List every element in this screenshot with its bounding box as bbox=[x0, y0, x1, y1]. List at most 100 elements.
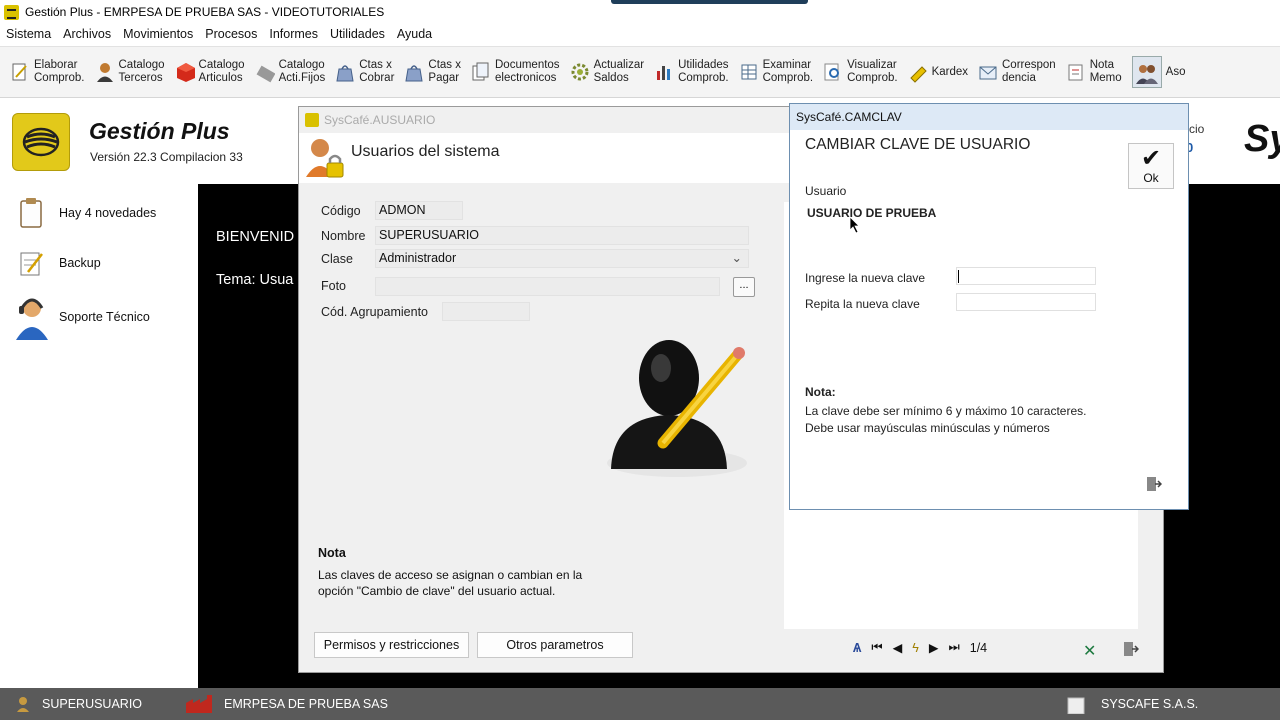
exit-door-icon[interactable] bbox=[1144, 475, 1163, 496]
toolbar-aso[interactable]: Aso bbox=[1131, 56, 1185, 88]
user-lock-icon bbox=[303, 135, 347, 186]
toolbar-catalogo-articulos[interactable]: Catalogo Articulos bbox=[175, 59, 245, 85]
clase-label: Clase bbox=[321, 252, 353, 266]
menu-informes[interactable]: Informes bbox=[269, 27, 318, 41]
dialog-clave-caption[interactable]: SysCafé.CAMCLAV bbox=[790, 104, 1188, 130]
record-navigator: Ѧ ⏮ ◀ ϟ ▶ ⏭ 1/4 bbox=[853, 640, 997, 655]
menu-movimientos[interactable]: Movimientos bbox=[123, 27, 193, 41]
toolbar-correspondencia[interactable]: Correspon dencia bbox=[978, 59, 1056, 85]
agrupamiento-label: Cód. Agrupamiento bbox=[321, 305, 429, 319]
chevron-down-icon: ⌄ bbox=[731, 251, 742, 265]
toolbar-catalogo-terceros[interactable]: Catalogo Terceros bbox=[95, 59, 165, 85]
permisos-button[interactable]: Permisos y restricciones bbox=[314, 632, 469, 658]
red-box-icon bbox=[175, 61, 195, 83]
dialog-cambiar-clave: SysCafé.CAMCLAV CAMBIAR CLAVE DE USUARIO… bbox=[789, 103, 1189, 510]
highlighter-icon bbox=[908, 61, 928, 83]
nombre-label: Nombre bbox=[321, 229, 366, 243]
menu-ayuda[interactable]: Ayuda bbox=[397, 27, 432, 41]
usuario-value: USUARIO DE PRUEBA bbox=[807, 206, 937, 220]
status-user: SUPERUSUARIO bbox=[16, 696, 142, 712]
chart-icon bbox=[654, 61, 674, 83]
toolbar-actualizar-saldos[interactable]: Actualizar Saldos bbox=[570, 59, 644, 85]
notepad-icon bbox=[14, 246, 48, 280]
tools-icon bbox=[255, 61, 275, 83]
menu-procesos[interactable]: Procesos bbox=[205, 27, 257, 41]
status-bar: SUPERUSUARIO EMRPESA DE PRUEBA SAS SYSCA… bbox=[0, 688, 1280, 720]
codigo-label: Código bbox=[321, 204, 361, 218]
nota-title: Nota bbox=[318, 546, 346, 560]
toolbar-catalogo-actifijos[interactable]: Catalogo Acti.Fijos bbox=[255, 59, 325, 85]
excel-icon[interactable]: ✕ bbox=[1083, 641, 1096, 661]
people-icon bbox=[1131, 56, 1162, 88]
factory-icon bbox=[186, 695, 214, 713]
menu-sistema[interactable]: Sistema bbox=[6, 27, 51, 41]
dialog-clave-title: CAMBIAR CLAVE DE USUARIO bbox=[805, 136, 1031, 153]
first-record-icon[interactable]: ⏮ bbox=[871, 640, 882, 655]
ok-button[interactable]: ✔ Ok bbox=[1128, 143, 1174, 189]
clave-nota-line2: Debe usar mayúsculas minúsculas y número… bbox=[805, 421, 1050, 435]
toolbar-nota-memo[interactable]: Nota Memo bbox=[1066, 59, 1122, 85]
toolbar-ctas-pagar[interactable]: Ctas x Pagar bbox=[404, 59, 461, 85]
nombre-field[interactable]: SUPERUSUARIO bbox=[375, 226, 749, 245]
brand-version: Versión 22.3 Compilacion 33 bbox=[90, 150, 243, 164]
syscafe-icon bbox=[305, 113, 319, 127]
mail-icon bbox=[978, 61, 998, 83]
welcome-text: BIENVENID bbox=[216, 229, 295, 245]
last-record-icon[interactable]: ⏭ bbox=[948, 640, 959, 655]
checkmark-icon: ✔ bbox=[1140, 145, 1162, 172]
prev-record-icon[interactable]: ◀ bbox=[893, 640, 903, 655]
flash-icon[interactable]: ϟ bbox=[912, 641, 919, 655]
exit-door-icon[interactable] bbox=[1121, 640, 1140, 661]
foto-label: Foto bbox=[321, 279, 347, 293]
dialog-usuarios-title: Usuarios del sistema bbox=[351, 143, 500, 160]
grid-icon bbox=[739, 61, 759, 83]
clave-nota-title: Nota: bbox=[805, 385, 836, 399]
headset-icon bbox=[14, 298, 48, 340]
text-caret bbox=[958, 270, 959, 283]
pencil-doc-icon bbox=[10, 61, 30, 83]
foto-browse-button[interactable]: ... bbox=[733, 277, 755, 297]
menu-utilidades[interactable]: Utilidades bbox=[330, 27, 385, 41]
foto-field[interactable] bbox=[375, 277, 720, 296]
nueva-clave-label: Ingrese la nueva clave bbox=[805, 271, 926, 285]
clipboard-icon bbox=[14, 196, 48, 230]
codigo-field[interactable]: ADMON bbox=[375, 201, 463, 220]
agrupamiento-field[interactable] bbox=[442, 302, 530, 321]
gear-icon bbox=[570, 61, 590, 83]
gestion-plus-logo bbox=[12, 113, 70, 171]
nueva-clave-input[interactable] bbox=[956, 267, 1096, 285]
repita-clave-input[interactable] bbox=[956, 293, 1096, 311]
repita-clave-label: Repita la nueva clave bbox=[805, 297, 920, 311]
toolbar-elaborar-comprob[interactable]: Elaborar Comprob. bbox=[10, 59, 85, 85]
sidebar-item-backup[interactable]: Backup bbox=[14, 246, 101, 280]
next-record-icon[interactable]: ▶ bbox=[929, 640, 939, 655]
person-icon bbox=[95, 61, 115, 83]
clase-select[interactable]: Administrador ⌄ bbox=[375, 249, 749, 268]
magnifier-icon bbox=[823, 61, 843, 83]
right-header-fragment: cio bbox=[1189, 122, 1205, 136]
toolbar-examinar-comprob[interactable]: Examinar Comprob. bbox=[739, 59, 813, 85]
syscafe-logo: Sy bbox=[1244, 118, 1280, 160]
sidebar-item-novedades[interactable]: Hay 4 novedades bbox=[14, 196, 156, 230]
clave-nota-line1: La clave debe ser mínimo 6 y máximo 10 c… bbox=[805, 404, 1087, 418]
toolbar: Elaborar Comprob. Catalogo Terceros Catalo… bbox=[0, 46, 1280, 98]
record-counter: 1/4 bbox=[969, 640, 988, 655]
user-edit-icon bbox=[599, 333, 759, 486]
toolbar-ctas-cobrar[interactable]: Ctas x Cobrar bbox=[335, 59, 394, 85]
toolbar-kardex[interactable]: Kardex bbox=[908, 61, 968, 83]
toolbar-documentos-electronicos[interactable]: Documentos electronicos bbox=[471, 59, 560, 85]
status-vendor: SYSCAFE S.A.S. bbox=[1066, 694, 1198, 715]
docs-icon bbox=[471, 61, 491, 83]
toolbar-visualizar-comprob[interactable]: Visualizar Comprob. bbox=[823, 59, 898, 85]
document-icon bbox=[1066, 694, 1088, 715]
otros-parametros-button[interactable]: Otros parametros bbox=[477, 632, 633, 658]
usuario-label: Usuario bbox=[805, 184, 847, 198]
search-icon[interactable]: Ѧ bbox=[853, 641, 861, 655]
status-company: EMRPESA DE PRUEBA SAS bbox=[186, 695, 388, 713]
menu-archivos[interactable]: Archivos bbox=[63, 27, 111, 41]
brand-title: Gestión Plus bbox=[89, 118, 230, 144]
toolbar-utilidades-comprob[interactable]: Utilidades Comprob. bbox=[654, 59, 729, 85]
note-icon bbox=[1066, 61, 1086, 83]
mouse-cursor-icon bbox=[849, 216, 861, 237]
sidebar-item-soporte[interactable]: Soporte Técnico bbox=[14, 298, 150, 340]
